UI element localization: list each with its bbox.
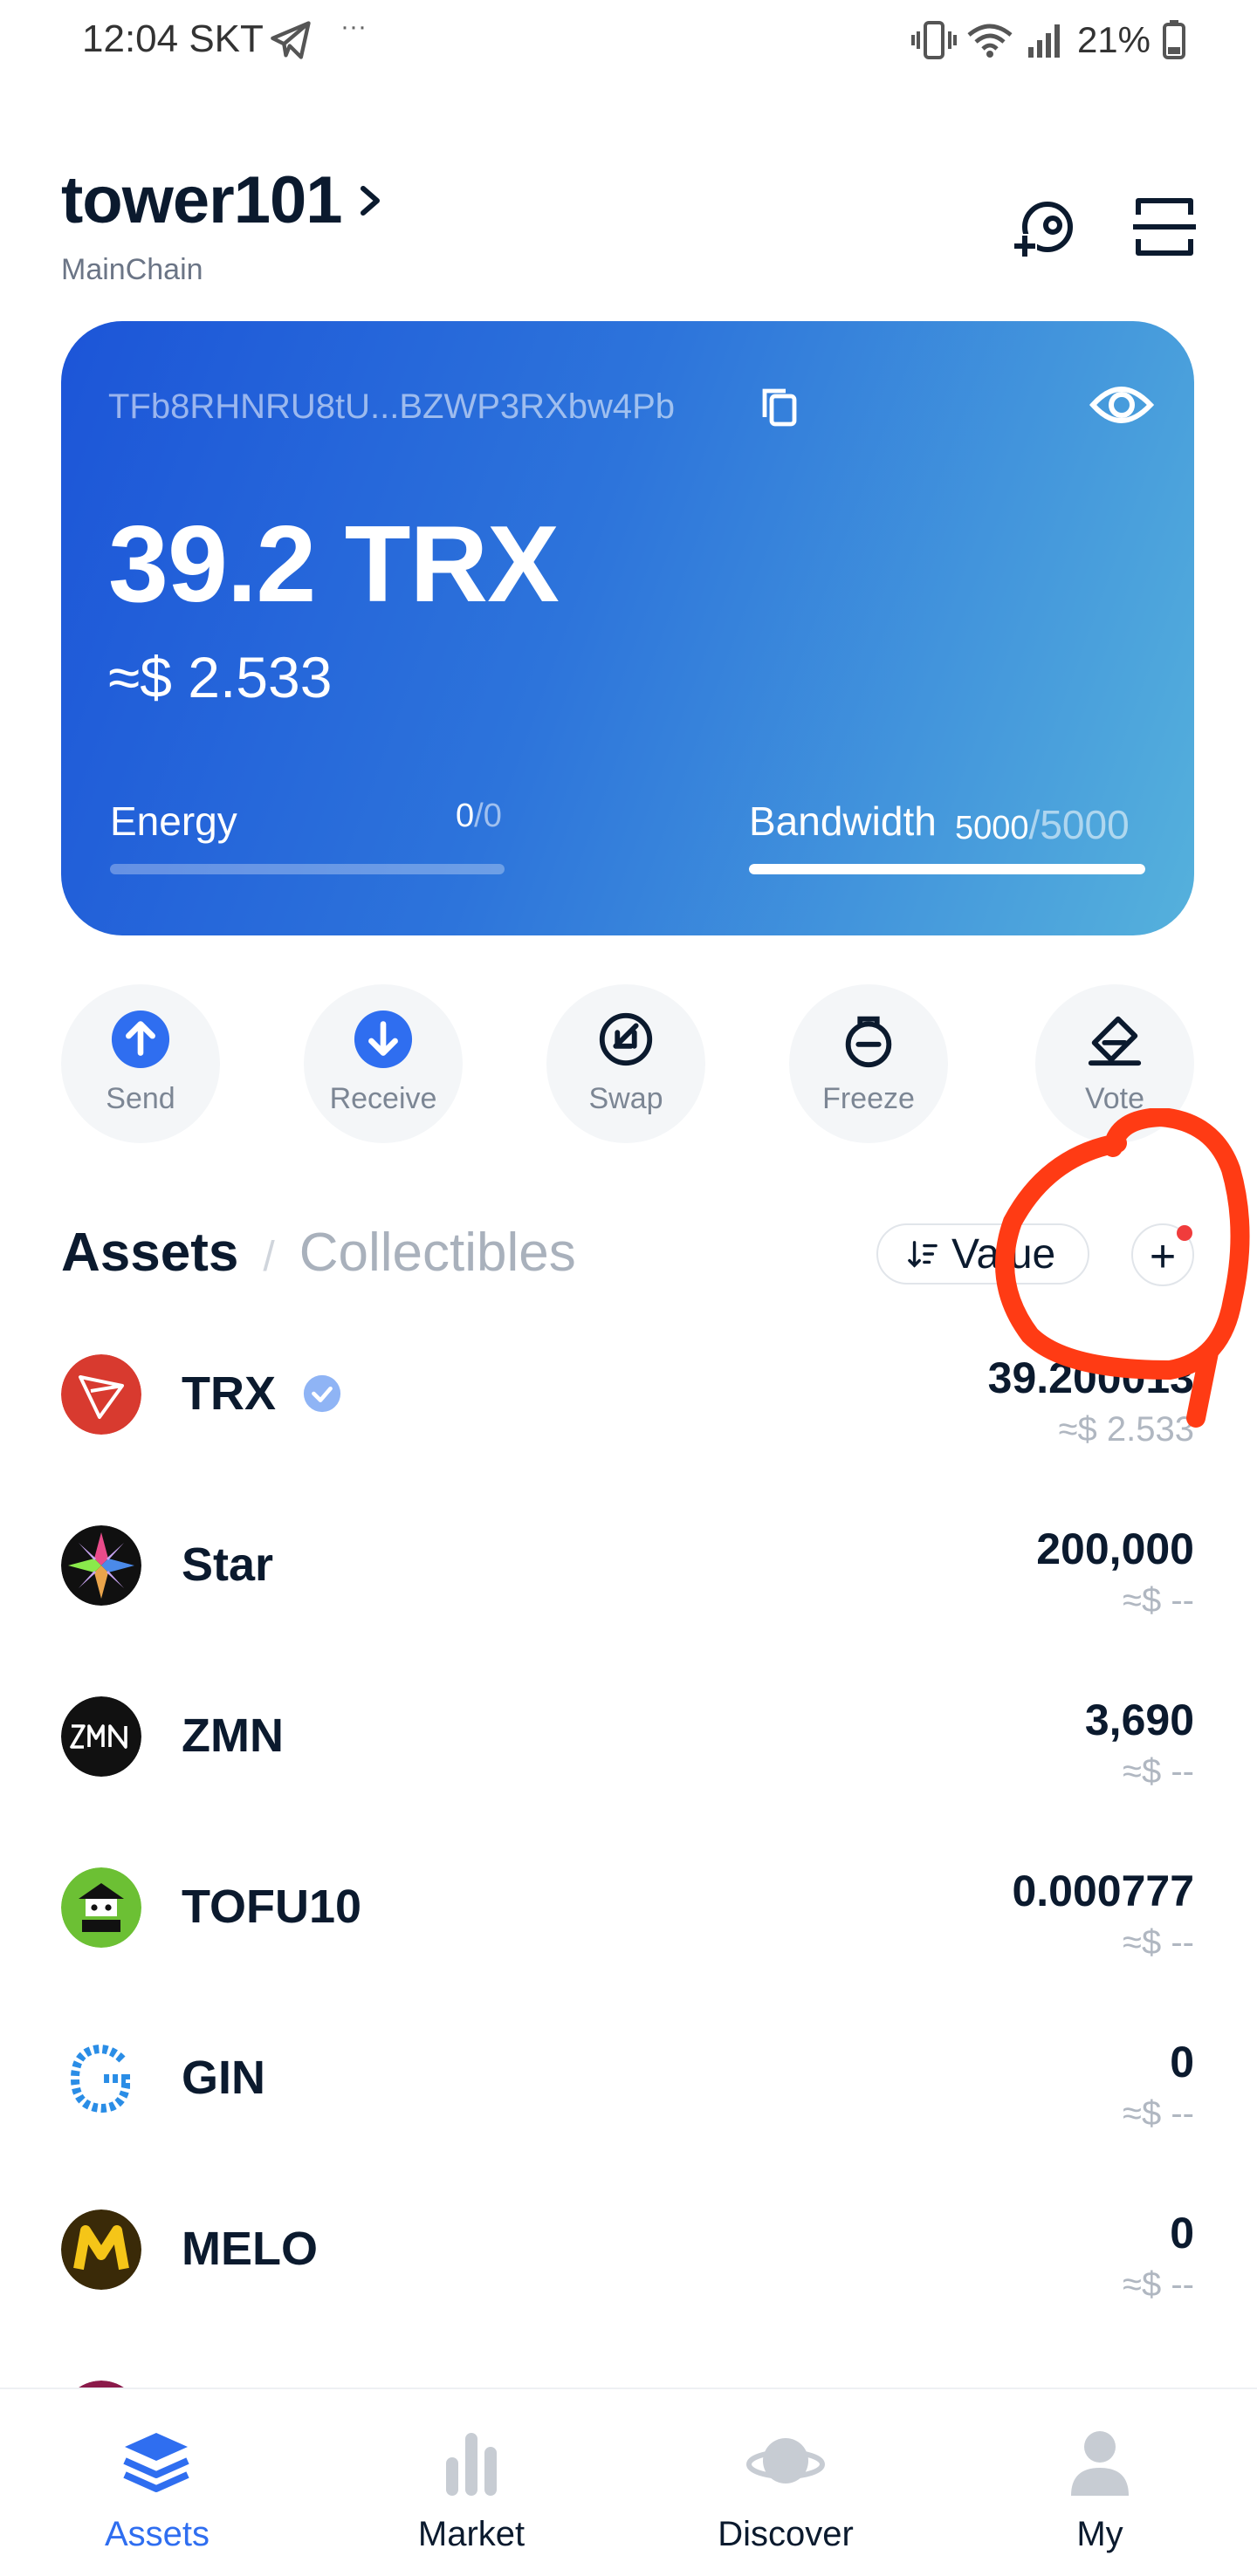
signal-icon — [1027, 24, 1060, 58]
chevron-right-icon — [360, 185, 380, 216]
bandwidth-used: 5000 — [955, 810, 1029, 846]
nav-discover[interactable]: Discover — [628, 2389, 943, 2576]
nav-discover-label: Discover — [718, 2515, 854, 2553]
token-name: TRX — [182, 1367, 276, 1420]
token-value: ≈$ -- — [1123, 2265, 1194, 2304]
swap-button[interactable]: Swap — [546, 984, 705, 1143]
receive-icon — [354, 1010, 413, 1069]
receive-label: Receive — [329, 1082, 437, 1115]
asset-row-star[interactable]: Star 200,000 ≈$ -- — [0, 1480, 1257, 1651]
wallet-selector[interactable]: tower101 — [61, 162, 384, 238]
asset-row-melo[interactable]: MELO 0 ≈$ -- — [0, 2164, 1257, 2335]
energy-used: 0 — [456, 798, 475, 834]
asset-row-tofu10[interactable]: TOFU10 0.000777 ≈$ -- — [0, 1822, 1257, 1993]
vote-icon — [1088, 1016, 1142, 1066]
asset-row-zmn[interactable]: ZMN 3,690 ≈$ -- — [0, 1651, 1257, 1822]
assets-icon — [123, 2433, 189, 2492]
nav-assets-label: Assets — [104, 2515, 210, 2553]
token-name: ZMN — [182, 1709, 284, 1762]
token-amount: 0 — [1170, 2209, 1194, 2257]
bandwidth-value: 5000/5000 — [955, 801, 1130, 848]
energy-label: Energy — [110, 798, 237, 844]
eye-icon[interactable] — [1089, 379, 1154, 431]
receive-button[interactable]: Receive — [304, 984, 463, 1143]
token-value: ≈$ -- — [1123, 1923, 1194, 1962]
tab-separator: / — [263, 1234, 275, 1280]
nav-market[interactable]: Market — [314, 2389, 628, 2576]
bottom-nav: Assets Market Discover My — [0, 2388, 1257, 2576]
token-name: MELO — [182, 2223, 318, 2275]
chain-label: MainChain — [61, 253, 203, 286]
status-icons: 21% — [910, 16, 1187, 65]
bandwidth-label: Bandwidth — [749, 798, 937, 844]
asset-tabs: Assets / Collectibles — [61, 1222, 576, 1284]
wallet-address: TFb8RHNRU8tU...BZWP3RXbw4Pb — [108, 387, 676, 426]
wallet-name: tower101 — [61, 163, 342, 237]
market-icon — [446, 2433, 497, 2496]
tab-collectibles[interactable]: Collectibles — [299, 1222, 576, 1284]
profile-icon — [1071, 2431, 1129, 2496]
bandwidth-bar-fill — [749, 864, 1145, 874]
scan-icon[interactable] — [1131, 194, 1198, 260]
send-button[interactable]: Send — [61, 984, 220, 1143]
verified-icon — [303, 1374, 341, 1413]
status-dots: ··· — [340, 12, 367, 41]
token-name: GIN — [182, 2052, 266, 2104]
send-icon — [111, 1010, 170, 1069]
bandwidth-bar — [749, 864, 1145, 874]
zmn-logo-icon — [61, 1696, 141, 1777]
balance-card: TFb8RHNRU8tU...BZWP3RXbw4Pb 39.2 TRX ≈$ … — [61, 321, 1194, 935]
melo-logo-icon — [61, 2209, 141, 2290]
send-label: Send — [106, 1082, 175, 1115]
sort-icon — [908, 1241, 938, 1268]
token-amount: 0.000777 — [1012, 1867, 1194, 1915]
freeze-label: Freeze — [822, 1082, 915, 1115]
nav-market-label: Market — [417, 2515, 525, 2553]
red-circle-annotation — [995, 1108, 1250, 1428]
freeze-icon — [845, 1016, 892, 1068]
nav-my-label: My — [1076, 2515, 1123, 2553]
token-value: ≈$ -- — [1123, 1752, 1194, 1791]
freeze-button[interactable]: Freeze — [789, 984, 948, 1143]
tofu-logo-icon — [61, 1867, 141, 1948]
balance-usd: ≈$ 2.533 — [108, 645, 333, 709]
tab-assets[interactable]: Assets — [61, 1222, 238, 1284]
token-amount: 3,690 — [1084, 1696, 1194, 1744]
swap-icon — [599, 1012, 653, 1066]
star-logo-icon — [61, 1525, 141, 1606]
asset-row-gin[interactable]: GIN 0 ≈$ -- — [0, 1993, 1257, 2164]
copy-icon[interactable] — [759, 386, 800, 429]
balance-amount: 39.2 TRX — [108, 504, 560, 625]
token-value: ≈$ -- — [1123, 2094, 1194, 2133]
token-amount: 200,000 — [1036, 1524, 1194, 1573]
token-name: TOFU10 — [182, 1881, 362, 1933]
energy-bar — [110, 864, 505, 874]
telegram-icon — [271, 21, 311, 59]
status-bar: 12:04 SKT ··· 21% — [0, 0, 1257, 80]
energy-total: /0 — [474, 798, 502, 834]
trx-logo-icon — [61, 1354, 141, 1435]
bandwidth-total: /5000 — [1028, 802, 1130, 847]
battery-icon — [1163, 20, 1185, 59]
add-watch-icon[interactable] — [1011, 194, 1077, 260]
swap-label: Swap — [588, 1082, 663, 1115]
energy-value: 0/0 — [456, 798, 502, 835]
gin-logo-icon — [61, 2038, 141, 2119]
token-amount: 0 — [1170, 2038, 1194, 2086]
battery-percent: 21% — [1076, 19, 1151, 60]
discover-icon — [746, 2438, 825, 2484]
nav-assets[interactable]: Assets — [0, 2389, 314, 2576]
nav-my[interactable]: My — [943, 2389, 1257, 2576]
status-time: 12:04 SKT — [82, 17, 264, 60]
token-name: Star — [182, 1538, 274, 1591]
wifi-icon — [967, 24, 1013, 58]
vibrate-icon — [910, 21, 957, 59]
token-value: ≈$ -- — [1123, 1581, 1194, 1620]
